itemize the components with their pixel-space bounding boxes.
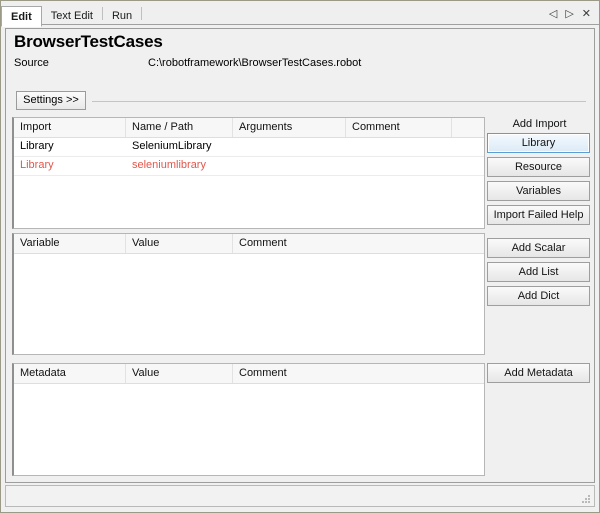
close-icon[interactable]: ✕ xyxy=(582,9,591,20)
next-arrow-icon[interactable]: ▷ xyxy=(565,9,573,20)
import-cell-arguments[interactable] xyxy=(233,157,346,175)
variable-col-variable[interactable]: Variable xyxy=(14,234,126,253)
metadata-action-rail: Add Metadata xyxy=(487,363,592,387)
variable-col-value[interactable]: Value xyxy=(126,234,233,253)
import-col-arguments[interactable]: Arguments xyxy=(233,118,346,137)
metadata-col-comment[interactable]: Comment xyxy=(233,364,485,383)
table-row[interactable]: Library SeleniumLibrary xyxy=(14,138,484,157)
action-rail: Add Import Library Resource Variables Im… xyxy=(487,117,592,477)
add-dict-button[interactable]: Add Dict xyxy=(487,286,590,306)
source-label: Source xyxy=(14,57,49,69)
tab-edit-label: Edit xyxy=(11,11,32,23)
tab-bar: Edit Text Edit Run ◁ ▷ ✕ xyxy=(1,1,599,25)
page-title: BrowserTestCases xyxy=(14,32,163,52)
window-nav-controls: ◁ ▷ ✕ xyxy=(549,9,599,24)
add-variables-button[interactable]: Variables xyxy=(487,181,590,201)
import-cell-name[interactable]: seleniumlibrary xyxy=(126,157,233,175)
import-col-comment[interactable]: Comment xyxy=(346,118,452,137)
tab-run[interactable]: Run xyxy=(103,7,141,27)
add-scalar-button[interactable]: Add Scalar xyxy=(487,238,590,258)
import-cell-arguments[interactable] xyxy=(233,138,346,156)
import-col-name-path[interactable]: Name / Path xyxy=(126,118,233,137)
tab-text-edit[interactable]: Text Edit xyxy=(42,7,102,27)
metadata-col-value[interactable]: Value xyxy=(126,364,233,383)
editor-panel: BrowserTestCases Source C:\robotframewor… xyxy=(5,28,595,483)
import-cell-comment[interactable] xyxy=(346,157,452,175)
application-window: Edit Text Edit Run ◁ ▷ ✕ BrowserTestCase… xyxy=(0,0,600,513)
settings-divider xyxy=(92,101,586,102)
import-failed-help-button[interactable]: Import Failed Help xyxy=(487,205,590,225)
tab-divider-2 xyxy=(141,7,142,20)
metadata-table[interactable]: Metadata Value Comment xyxy=(12,363,485,476)
source-row: Source C:\robotframework\BrowserTestCase… xyxy=(14,57,484,71)
variable-col-comment[interactable]: Comment xyxy=(233,234,485,253)
rail-spacer xyxy=(487,229,592,238)
add-import-label: Add Import xyxy=(487,117,592,133)
tab-edit[interactable]: Edit xyxy=(1,6,42,27)
prev-arrow-icon[interactable]: ◁ xyxy=(549,9,557,20)
add-resource-button[interactable]: Resource xyxy=(487,157,590,177)
table-row[interactable]: Library seleniumlibrary xyxy=(14,157,484,176)
metadata-table-header: Metadata Value Comment xyxy=(14,364,484,384)
source-path-value: C:\robotframework\BrowserTestCases.robot xyxy=(148,57,361,69)
import-table-header: Import Name / Path Arguments Comment xyxy=(14,118,484,138)
add-metadata-button[interactable]: Add Metadata xyxy=(487,363,590,383)
variable-table-header: Variable Value Comment xyxy=(14,234,484,254)
import-table[interactable]: Import Name / Path Arguments Comment Lib… xyxy=(12,117,485,229)
add-list-button[interactable]: Add List xyxy=(487,262,590,282)
variable-table[interactable]: Variable Value Comment xyxy=(12,233,485,355)
settings-toggle-row: Settings >> xyxy=(6,91,594,113)
tab-run-label: Run xyxy=(112,10,132,22)
add-library-button[interactable]: Library xyxy=(487,133,590,153)
tab-text-edit-label: Text Edit xyxy=(51,10,93,22)
import-col-import[interactable]: Import xyxy=(14,118,126,137)
import-cell-comment[interactable] xyxy=(346,138,452,156)
import-cell-type[interactable]: Library xyxy=(14,138,126,156)
status-bar xyxy=(5,485,595,507)
metadata-col-metadata[interactable]: Metadata xyxy=(14,364,126,383)
settings-toggle-button[interactable]: Settings >> xyxy=(16,91,86,110)
import-col-extra[interactable] xyxy=(452,118,485,137)
resize-grip-icon[interactable] xyxy=(581,494,591,504)
import-cell-type[interactable]: Library xyxy=(14,157,126,175)
import-cell-name[interactable]: SeleniumLibrary xyxy=(126,138,233,156)
